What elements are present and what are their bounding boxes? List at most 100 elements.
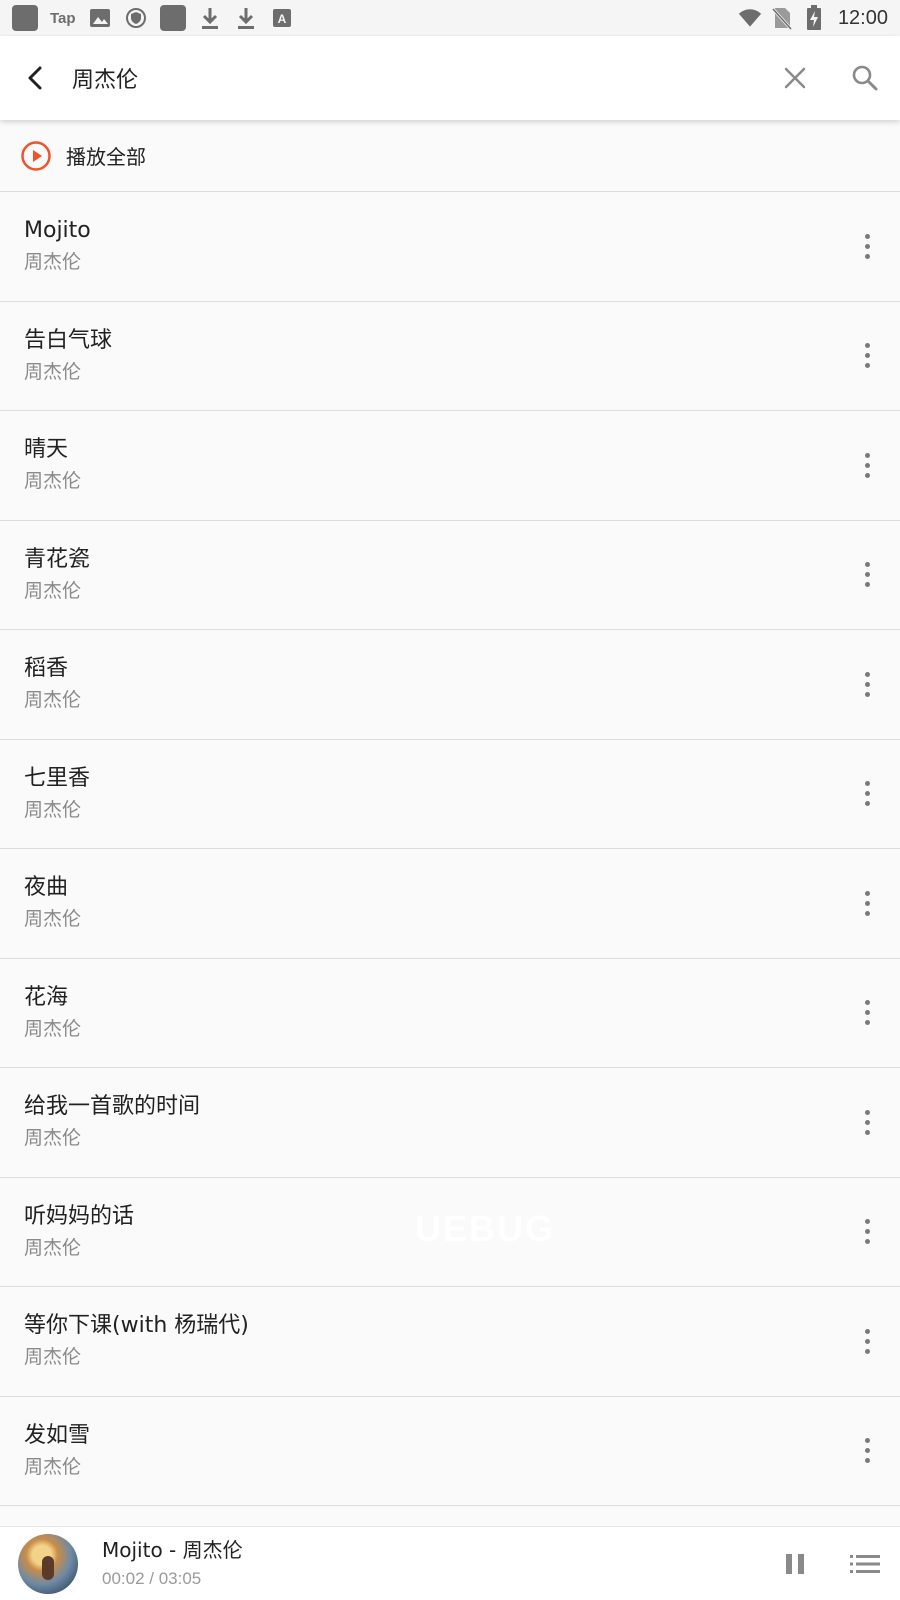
song-title: 青花瓷 — [24, 546, 91, 572]
playlist-button[interactable] — [830, 1527, 900, 1600]
svg-text:A: A — [277, 12, 286, 26]
song-row[interactable]: 七里香 周杰伦 — [0, 740, 900, 849]
pause-icon — [786, 1553, 804, 1574]
song-row[interactable]: 青花瓷 周杰伦 — [0, 521, 900, 630]
song-more-button[interactable] — [834, 521, 900, 630]
more-vert-icon — [864, 890, 870, 916]
download-icon — [198, 6, 222, 30]
play-all-label: 播放全部 — [66, 145, 146, 169]
search-icon — [852, 65, 878, 91]
song-more-button[interactable] — [834, 1397, 900, 1506]
song-artist: 周杰伦 — [24, 360, 82, 383]
song-artist: 周杰伦 — [24, 1017, 82, 1040]
app-notification-icon — [12, 5, 38, 31]
song-row[interactable]: 晴天 周杰伦 — [0, 411, 900, 521]
download-icon — [234, 6, 258, 30]
song-list: Mojito 周杰伦 告白气球 周杰伦 晴天 周杰伦 青花瓷 周杰伦 稻香 周杰… — [0, 192, 900, 1506]
song-title: 稻香 — [24, 656, 69, 682]
song-row[interactable]: 花海 周杰伦 — [0, 959, 900, 1068]
song-info: 青花瓷 周杰伦 — [24, 545, 834, 605]
song-artist: 周杰伦 — [24, 1236, 82, 1259]
song-row[interactable]: 夜曲 周杰伦 — [0, 849, 900, 959]
search-input[interactable] — [72, 48, 760, 108]
app-notification-icon — [159, 5, 186, 31]
song-info: 稻香 周杰伦 — [24, 654, 834, 714]
search-button[interactable] — [830, 36, 900, 120]
wifi-icon — [738, 6, 762, 30]
back-button[interactable] — [0, 36, 72, 120]
song-more-button[interactable] — [834, 1287, 900, 1396]
more-vert-icon — [864, 1109, 870, 1135]
clear-search-button[interactable] — [760, 36, 830, 120]
song-row[interactable]: Mojito 周杰伦 — [0, 192, 900, 302]
image-icon — [88, 6, 112, 30]
song-artist: 周杰伦 — [24, 470, 82, 493]
song-more-button[interactable] — [834, 1068, 900, 1177]
song-more-button[interactable] — [834, 849, 900, 958]
more-vert-icon — [864, 562, 870, 588]
more-vert-icon — [864, 233, 870, 259]
font-icon: A — [270, 6, 294, 30]
song-more-button[interactable] — [834, 411, 900, 520]
song-info: Mojito 周杰伦 — [24, 216, 834, 276]
song-info: 给我一首歌的时间 周杰伦 — [24, 1092, 834, 1152]
song-more-button[interactable] — [834, 192, 900, 301]
song-title: 给我一首歌的时间 — [24, 1094, 201, 1120]
arrow-back-icon — [28, 66, 42, 90]
song-row[interactable]: 听妈妈的话 周杰伦 — [0, 1178, 900, 1287]
song-more-button[interactable] — [834, 302, 900, 411]
more-vert-icon — [864, 343, 870, 369]
song-title: Mojito — [24, 218, 91, 244]
more-vert-icon — [864, 1219, 870, 1245]
now-playing-title: Mojito - 周杰伦 — [102, 1537, 243, 1562]
clock: 12:00 — [837, 6, 888, 29]
song-more-button[interactable] — [834, 740, 900, 849]
song-artist: 周杰伦 — [24, 908, 82, 931]
song-title: 听妈妈的话 — [24, 1203, 135, 1229]
play-all-button[interactable]: 播放全部 — [0, 120, 900, 192]
now-playing-time: 00:02 / 03:05 — [102, 1568, 202, 1588]
song-info: 七里香 周杰伦 — [24, 764, 834, 824]
status-bar: Tap A 12:00 — [0, 0, 900, 36]
song-info: 听妈妈的话 周杰伦 — [24, 1202, 834, 1262]
song-artist: 周杰伦 — [24, 1346, 82, 1369]
song-info: 发如雪 周杰伦 — [24, 1421, 834, 1481]
song-title: 七里香 — [24, 765, 91, 791]
song-title: 等你下课(with 杨瑞代) — [24, 1313, 249, 1339]
pause-button[interactable] — [760, 1527, 830, 1600]
album-art[interactable] — [18, 1533, 78, 1594]
song-row[interactable]: 稻香 周杰伦 — [0, 630, 900, 740]
close-icon — [784, 67, 806, 89]
song-more-button[interactable] — [834, 630, 900, 739]
more-vert-icon — [864, 1000, 870, 1026]
song-info: 告白气球 周杰伦 — [24, 326, 834, 386]
song-info: 晴天 周杰伦 — [24, 435, 834, 495]
playlist-icon — [850, 1554, 880, 1573]
song-title: 晴天 — [24, 437, 69, 463]
search-app-bar — [0, 36, 900, 120]
song-artist: 周杰伦 — [24, 1455, 82, 1478]
song-row[interactable]: 发如雪 周杰伦 — [0, 1397, 900, 1506]
song-title: 花海 — [24, 984, 69, 1010]
song-info: 花海 周杰伦 — [24, 983, 834, 1043]
now-playing-info[interactable]: Mojito - 周杰伦 00:02 / 03:05 — [102, 1537, 760, 1591]
song-row[interactable]: 等你下课(with 杨瑞代) 周杰伦 — [0, 1287, 900, 1397]
play-circle-icon — [21, 140, 51, 171]
more-vert-icon — [864, 671, 870, 697]
song-info: 等你下课(with 杨瑞代) 周杰伦 — [24, 1311, 834, 1371]
song-artist: 周杰伦 — [24, 251, 82, 274]
song-row[interactable]: 给我一首歌的时间 周杰伦 — [0, 1068, 900, 1178]
mini-player[interactable]: Mojito - 周杰伦 00:02 / 03:05 — [0, 1526, 900, 1600]
song-artist: 周杰伦 — [24, 798, 82, 821]
song-title: 夜曲 — [24, 875, 69, 901]
song-title: 发如雪 — [24, 1422, 91, 1448]
battery-charging-icon — [802, 5, 826, 30]
shield-icon — [124, 6, 148, 30]
more-vert-icon — [864, 781, 870, 807]
song-more-button[interactable] — [834, 959, 900, 1068]
tap-notification-icon: Tap — [50, 9, 76, 27]
song-row[interactable]: 告白气球 周杰伦 — [0, 302, 900, 411]
more-vert-icon — [864, 452, 870, 478]
song-more-button[interactable] — [834, 1178, 900, 1287]
song-title: 告白气球 — [24, 327, 113, 353]
